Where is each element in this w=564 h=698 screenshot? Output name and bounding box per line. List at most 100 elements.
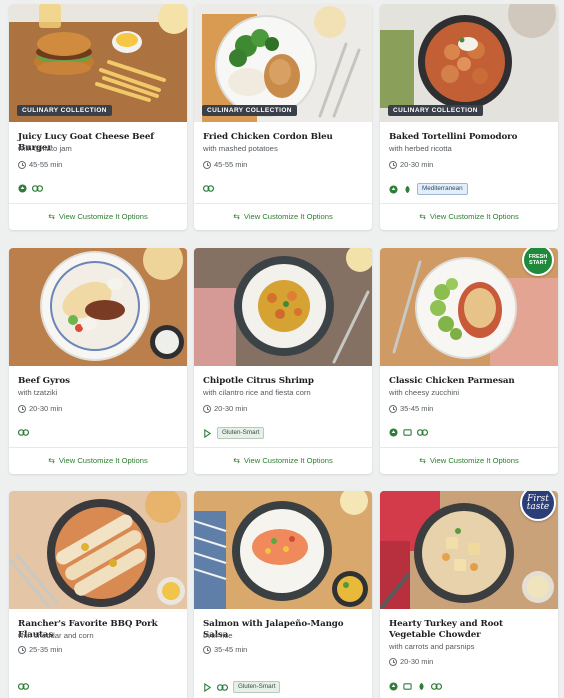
diet-icon	[419, 682, 424, 691]
recipe-subtitle: with tzatziki	[18, 388, 58, 397]
customize-link-label: View Customize It Options	[429, 211, 519, 221]
customize-link[interactable]: ⇆ View Customize It Options	[194, 448, 372, 472]
customize-link-label: View Customize It Options	[58, 455, 148, 465]
recipe-card[interactable]: First taste Hearty Turkey and Root Veget…	[380, 491, 558, 698]
clock-icon	[18, 160, 26, 169]
swap-arrows-icon: ⇆	[233, 211, 240, 221]
calorie-smart-icon	[389, 682, 398, 691]
carb-smart-icon	[403, 683, 412, 690]
protein-swap-icon	[18, 429, 29, 436]
clock-icon	[203, 160, 211, 169]
customize-link[interactable]: ⇆ View Customize It Options	[194, 204, 372, 228]
diet-tag: Gluten-Smart	[217, 427, 265, 439]
clock-icon	[18, 645, 26, 654]
recipe-image[interactable]	[194, 491, 372, 609]
recipe-image[interactable]	[9, 248, 187, 366]
recipe-card[interactable]: CULINARY COLLECTION Fried Chicken Cordon…	[194, 4, 372, 230]
swap-arrows-icon: ⇆	[48, 211, 55, 221]
recipe-card[interactable]: Salmon with Jalapeño-Mango Salsa over ri…	[194, 491, 372, 698]
recipe-subtitle: with mashed potatoes	[203, 144, 278, 153]
recipe-card[interactable]: CULINARY COLLECTION Juicy Lucy Goat Chee…	[9, 4, 187, 230]
customize-link-label: View Customize It Options	[58, 211, 148, 221]
stamp-label: FRESH START	[528, 254, 548, 266]
customize-link[interactable]: ⇆ View Customize It Options	[9, 204, 187, 228]
recipe-image[interactable]: FRESH START	[380, 248, 558, 366]
clock-icon	[203, 645, 211, 654]
carb-smart-icon	[204, 428, 212, 438]
recipe-subtitle: with tomato jam	[18, 144, 72, 153]
prep-time: 45-55 min	[18, 160, 62, 169]
stamp-label: First taste	[526, 494, 550, 512]
protein-swap-icon	[32, 185, 43, 192]
recipe-card[interactable]: Beef Gyros with tzatziki 20-30 min ⇆ Vie…	[9, 248, 187, 474]
recipe-image[interactable]: CULINARY COLLECTION	[9, 4, 187, 122]
recipe-subtitle: with cheddar and corn	[18, 631, 94, 640]
recipe-image[interactable]: CULINARY COLLECTION	[194, 4, 372, 122]
recipe-image[interactable]	[194, 248, 372, 366]
prep-time-label: 20-30 min	[29, 404, 63, 413]
tag-row	[389, 428, 428, 437]
tag-row	[18, 428, 29, 437]
prep-time: 20-30 min	[203, 404, 247, 413]
carb-smart-icon	[403, 429, 412, 436]
customize-link[interactable]: ⇆ View Customize It Options	[9, 448, 187, 472]
tag-row: Mediterranean	[389, 183, 468, 195]
swap-arrows-icon: ⇆	[48, 455, 55, 465]
protein-swap-icon	[18, 683, 29, 690]
customize-link-label: View Customize It Options	[243, 211, 333, 221]
prep-time-label: 25-35 min	[29, 645, 63, 654]
prep-time: 25-35 min	[18, 645, 62, 654]
diet-tag: Gluten-Smart	[233, 681, 281, 693]
recipe-image[interactable]	[9, 491, 187, 609]
recipe-title[interactable]: Baked Tortellini Pomodoro	[389, 132, 551, 143]
customize-link[interactable]: ⇆ View Customize It Options	[380, 448, 558, 472]
tag-row	[18, 682, 29, 691]
calorie-smart-icon	[389, 428, 398, 437]
prep-time-label: 20-30 min	[400, 160, 434, 169]
customize-link[interactable]: ⇆ View Customize It Options	[380, 204, 558, 228]
cuisine-tag: Mediterranean	[417, 183, 468, 195]
prep-time-label: 35-45 min	[214, 645, 248, 654]
tag-row	[18, 184, 43, 193]
prep-time-label: 35-45 min	[400, 404, 434, 413]
calorie-smart-icon	[389, 184, 398, 194]
tag-row	[389, 682, 442, 691]
clock-icon	[18, 404, 26, 413]
customize-link-label: View Customize It Options	[243, 455, 333, 465]
clock-icon	[389, 404, 397, 413]
recipe-title[interactable]: Chipotle Citrus Shrimp	[203, 376, 365, 387]
recipe-title[interactable]: Fried Chicken Cordon Bleu	[203, 132, 365, 143]
recipe-card[interactable]: Rancher's Favorite BBQ Pork Flautas with…	[9, 491, 187, 698]
prep-time: 35-45 min	[203, 645, 247, 654]
recipe-title[interactable]: Hearty Turkey and Root Vegetable Chowder	[389, 619, 551, 641]
collection-badge: CULINARY COLLECTION	[17, 105, 112, 116]
tag-row: Gluten-Smart	[203, 427, 265, 439]
recipe-subtitle: with carrots and parsnips	[389, 642, 475, 651]
protein-swap-icon	[203, 185, 214, 192]
recipe-title[interactable]: Classic Chicken Parmesan	[389, 376, 551, 387]
swap-arrows-icon: ⇆	[419, 211, 426, 221]
collection-badge: CULINARY COLLECTION	[388, 105, 483, 116]
clock-icon	[389, 657, 397, 666]
prep-time: 35-45 min	[389, 404, 433, 413]
recipe-subtitle: with herbed ricotta	[389, 144, 452, 153]
prep-time: 45-55 min	[203, 160, 247, 169]
prep-time: 20-30 min	[389, 160, 433, 169]
recipe-subtitle: over rice	[203, 631, 233, 640]
prep-time-label: 45-55 min	[214, 160, 248, 169]
collection-badge: CULINARY COLLECTION	[202, 105, 297, 116]
protein-swap-icon	[217, 683, 228, 691]
recipe-card[interactable]: CULINARY COLLECTION Baked Tortellini Pom…	[380, 4, 558, 230]
recipe-title[interactable]: Beef Gyros	[18, 376, 180, 387]
recipe-image[interactable]: CULINARY COLLECTION	[380, 4, 558, 122]
recipe-card[interactable]: FRESH START Classic Chicken Parmesan wit…	[380, 248, 558, 474]
carb-smart-icon	[204, 682, 212, 692]
protein-swap-icon	[431, 683, 442, 690]
clock-icon	[203, 404, 211, 413]
recipe-subtitle: with cilantro rice and fiesta corn	[203, 388, 311, 397]
prep-time: 20-30 min	[18, 404, 62, 413]
diet-icon	[405, 185, 410, 193]
recipe-image[interactable]: First taste	[380, 491, 558, 609]
recipe-card[interactable]: Chipotle Citrus Shrimp with cilantro ric…	[194, 248, 372, 474]
prep-time-label: 45-55 min	[29, 160, 63, 169]
